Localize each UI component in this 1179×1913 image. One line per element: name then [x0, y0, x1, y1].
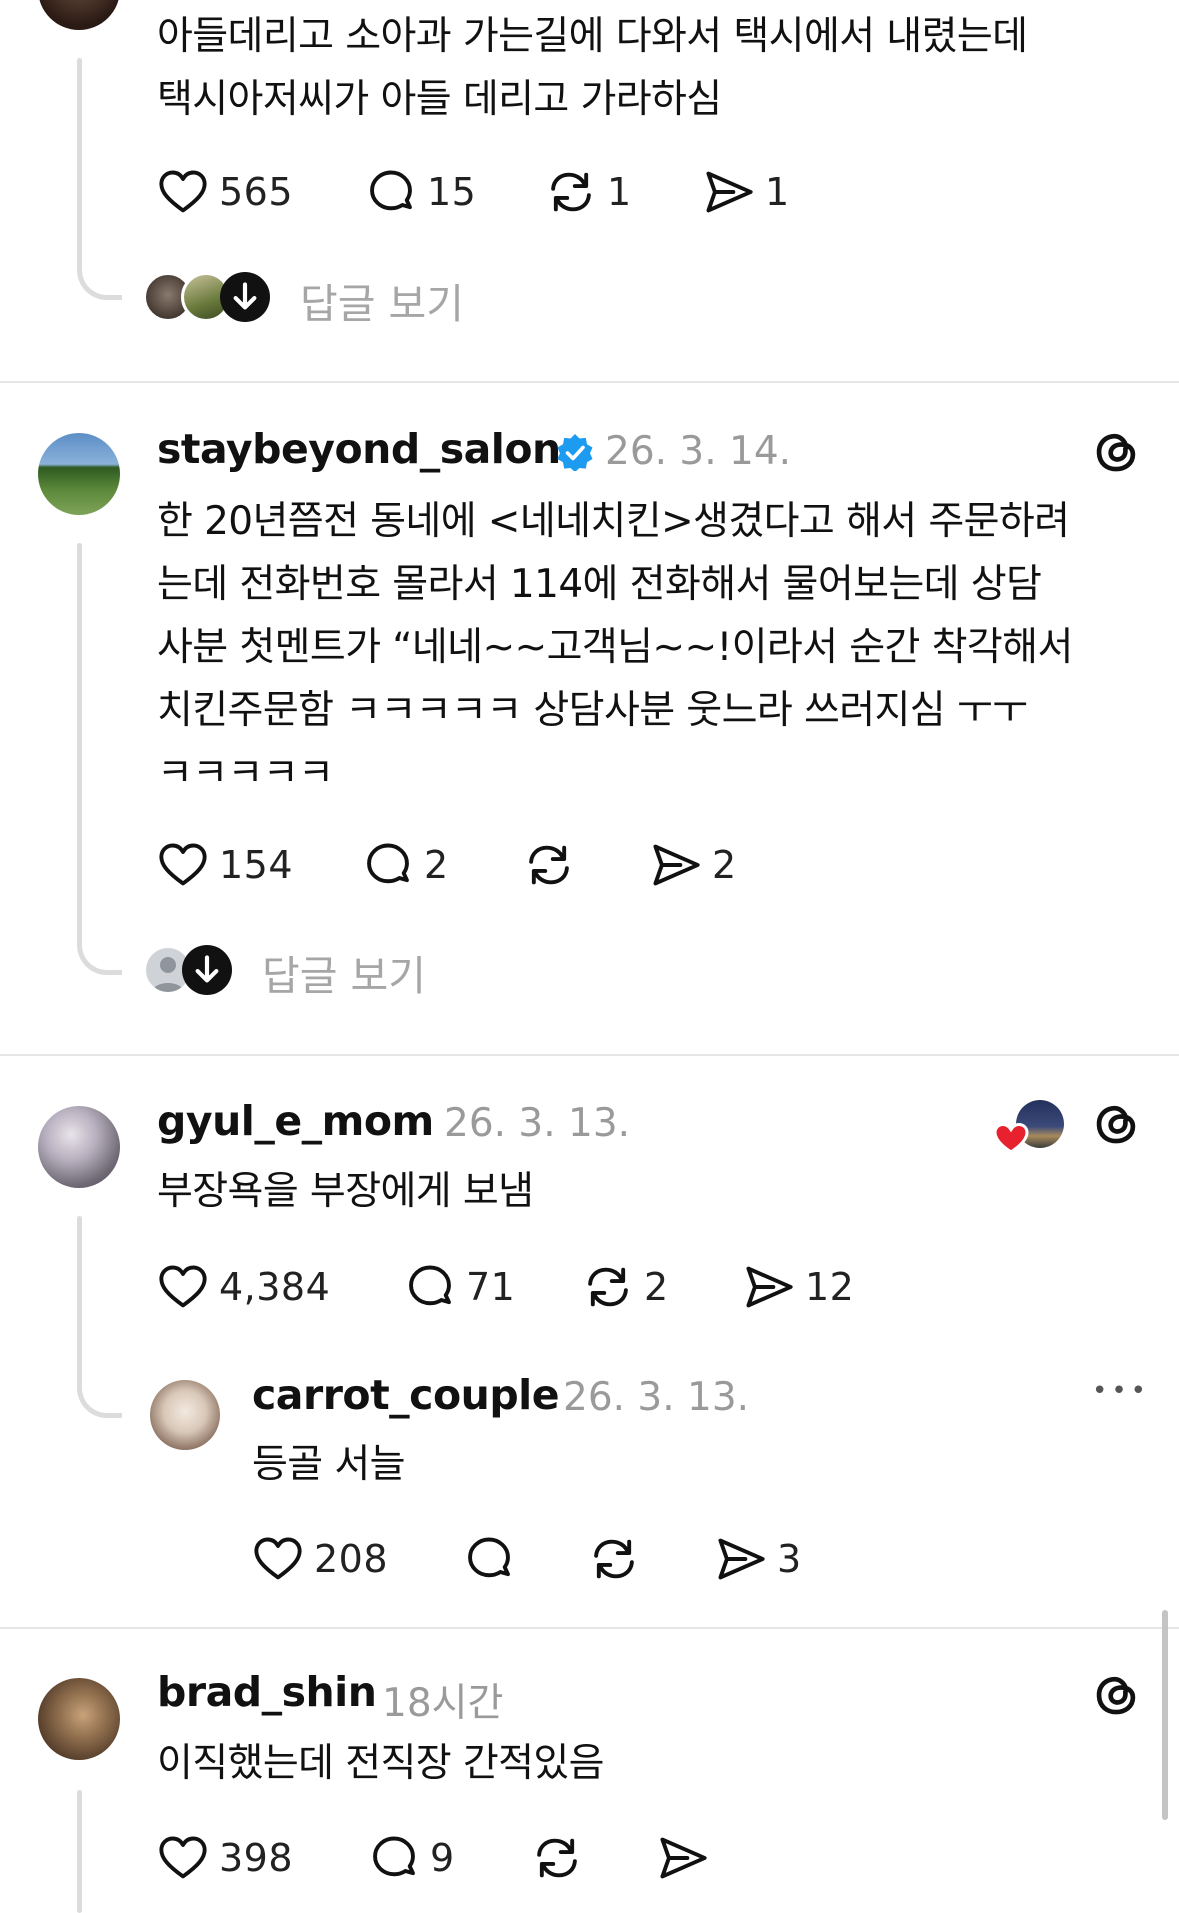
reply-button[interactable]: 71 [404, 1257, 515, 1317]
comment-icon [463, 1533, 515, 1585]
like-button[interactable]: 208 [252, 1529, 388, 1589]
repost-icon [523, 839, 575, 891]
reply-avatar[interactable] [150, 1380, 220, 1450]
avatar[interactable] [38, 0, 120, 30]
like-button[interactable]: 4,384 [157, 1257, 330, 1317]
username[interactable]: gyul_e_mom [157, 1097, 434, 1145]
thread-line [77, 543, 82, 903]
repost-button[interactable] [588, 1529, 650, 1589]
share-count: 3 [777, 1537, 802, 1581]
comment-icon [404, 1261, 456, 1313]
repost-count: 2 [644, 1265, 669, 1309]
send-icon [743, 1261, 795, 1313]
thread-line [77, 1216, 82, 1346]
heart-badge-icon [993, 1122, 1029, 1154]
repost-button[interactable]: 2 [582, 1257, 669, 1317]
share-button[interactable]: 1 [703, 162, 790, 222]
send-icon [657, 1832, 709, 1884]
repost-button[interactable] [523, 835, 585, 895]
avatar[interactable] [38, 433, 120, 515]
reply-count: 15 [427, 170, 477, 214]
repost-button[interactable]: 1 [545, 162, 632, 222]
username[interactable]: staybeyond_salon [157, 425, 561, 473]
post-text: 한 20년쯤전 동네에 <네네치킨>생겼다고 해서 주문하려 는데 전화번호 몰… [157, 499, 1073, 796]
view-replies-link[interactable]: 답글 보기 [262, 942, 426, 1002]
like-button[interactable]: 154 [157, 835, 293, 895]
send-icon [650, 839, 702, 891]
reply-count: 71 [466, 1265, 516, 1309]
send-icon [715, 1533, 767, 1585]
reply-time: 26. 3. 13. [563, 1375, 750, 1420]
repost-count: 1 [607, 170, 632, 214]
share-button[interactable]: 12 [743, 1257, 854, 1317]
share-count: 2 [712, 843, 737, 887]
like-count: 208 [314, 1537, 389, 1581]
share-button[interactable] [657, 1828, 709, 1888]
thread-connector [77, 225, 122, 300]
post-time: 26. 3. 14. [605, 429, 792, 474]
post-text: 이직했는데 전직장 간적있음 [157, 1741, 605, 1786]
heart-icon [157, 1261, 209, 1313]
comment-icon [362, 839, 414, 891]
reply-button[interactable] [463, 1529, 525, 1589]
post-time: 26. 3. 13. [444, 1101, 631, 1146]
send-icon [703, 166, 755, 218]
repost-icon [545, 166, 597, 218]
like-count: 565 [219, 170, 294, 214]
divider [0, 1054, 1179, 1056]
thread-line [77, 58, 82, 228]
arrow-down-icon [220, 272, 270, 322]
heart-icon [252, 1533, 304, 1585]
repost-icon [531, 1832, 583, 1884]
thread-connector [77, 895, 122, 975]
like-count: 4,384 [219, 1265, 331, 1309]
reply-button[interactable]: 2 [362, 835, 449, 895]
heart-icon [157, 839, 209, 891]
view-replies-link[interactable]: 답글 보기 [300, 270, 464, 330]
reply-button[interactable]: 15 [365, 162, 476, 222]
thread-line [77, 1790, 82, 1913]
like-count: 154 [219, 843, 294, 887]
repost-button[interactable] [531, 1828, 583, 1888]
share-count: 1 [765, 170, 790, 214]
post-time: 18시간 [382, 1681, 504, 1726]
heart-icon [157, 166, 209, 218]
username[interactable]: brad_shin [157, 1668, 377, 1716]
threads-logo-icon[interactable] [1088, 1095, 1144, 1151]
avatar[interactable] [38, 1106, 120, 1188]
post-text: 아들데리고 소아과 가는길에 다와서 택시에서 내렸는데 택시아저씨가 아들 데… [157, 14, 1028, 122]
reply-count: 2 [424, 843, 449, 887]
divider [0, 381, 1179, 383]
comment-icon [368, 1832, 420, 1884]
share-button[interactable]: 2 [650, 835, 737, 895]
divider [0, 1627, 1179, 1629]
scrollbar[interactable] [1162, 1610, 1168, 1820]
threads-logo-icon[interactable] [1088, 423, 1144, 479]
share-count: 12 [805, 1265, 855, 1309]
reply-count: 9 [430, 1836, 455, 1880]
avatar[interactable] [38, 1678, 120, 1760]
more-options-button[interactable]: ••• [1092, 1376, 1150, 1406]
like-button[interactable]: 398 [157, 1828, 293, 1888]
like-count: 398 [219, 1836, 294, 1880]
like-button[interactable]: 565 [157, 162, 293, 222]
repost-icon [588, 1533, 640, 1585]
comment-icon [365, 166, 417, 218]
arrow-down-icon [182, 945, 232, 995]
reply-button[interactable]: 9 [368, 1828, 455, 1888]
verified-badge-icon [557, 434, 593, 471]
threads-logo-icon[interactable] [1088, 1666, 1144, 1722]
heart-icon [157, 1832, 209, 1884]
reply-text: 등골 서늘 [252, 1442, 406, 1487]
repost-icon [582, 1261, 634, 1313]
reply-username[interactable]: carrot_couple [252, 1371, 560, 1419]
thread-connector [77, 1338, 122, 1418]
share-button[interactable]: 3 [715, 1529, 802, 1589]
post-text: 부장욕을 부장에게 보냄 [157, 1169, 534, 1214]
